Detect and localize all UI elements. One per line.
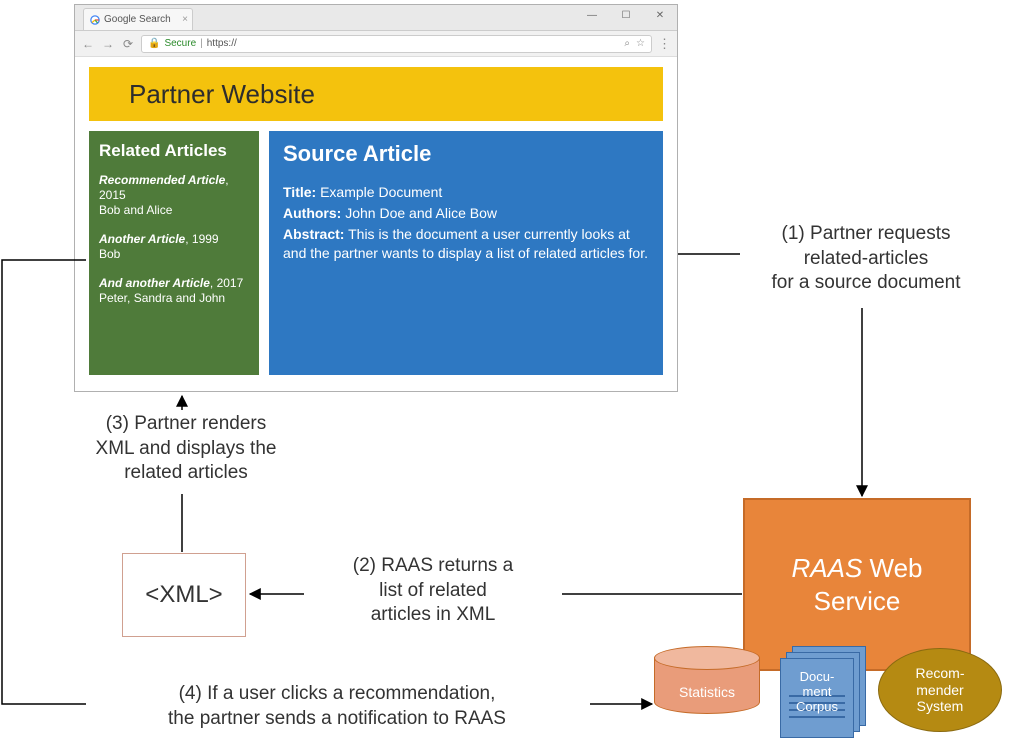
article-authors: Bob and Alice: [99, 203, 172, 217]
article-year: 1999: [192, 232, 219, 246]
browser-tab[interactable]: Google Search ×: [83, 8, 193, 30]
secure-label: Secure: [164, 38, 196, 49]
abstract-label: Abstract:: [283, 226, 344, 242]
xml-response-box: <XML>: [122, 553, 246, 637]
authors-value: John Doe and Alice Bow: [345, 205, 497, 221]
docs-l1: Docu-: [800, 669, 835, 684]
tab-close-icon[interactable]: ×: [182, 14, 188, 25]
page-content: Partner Website Related Articles Recomme…: [75, 57, 677, 385]
url-text: https://: [207, 38, 237, 49]
docs-l3: Corpus: [796, 699, 838, 714]
browser-tabbar: Google Search × — ☐ ✕: [75, 5, 677, 31]
step-1-label: (1) Partner requests related-articles fo…: [746, 222, 986, 296]
article-title: And another Article: [99, 276, 210, 290]
title-label: Title:: [283, 184, 316, 200]
related-article-item[interactable]: Another Article, 1999 Bob: [99, 232, 249, 262]
bookmark-star-icon[interactable]: ☆: [636, 38, 645, 49]
title-value: Example Document: [320, 184, 442, 200]
step-2-label: (2) RAAS returns a list of related artic…: [308, 554, 558, 628]
source-heading: Source Article: [283, 141, 649, 167]
rec-l1: Recom-: [915, 665, 964, 681]
raas-ital: RAAS: [791, 553, 862, 583]
lock-icon: 🔒: [148, 38, 160, 49]
browser-window: Google Search × — ☐ ✕ ← → ⟳ 🔒 Secure | h…: [74, 4, 678, 392]
document-corpus: Docu- ment Corpus: [774, 646, 870, 740]
related-article-item[interactable]: Recommended Article, 2015 Bob and Alice: [99, 173, 249, 218]
article-authors: Bob: [99, 247, 120, 261]
recommender-system: Recom- mender System: [878, 648, 1002, 732]
statistics-db: Statistics: [654, 646, 760, 726]
article-authors: Peter, Sandra and John: [99, 291, 225, 305]
article-year: 2017: [217, 276, 244, 290]
window-maximize[interactable]: ☐: [609, 5, 643, 25]
partner-banner: Partner Website: [89, 67, 663, 121]
browser-toolbar: ← → ⟳ 🔒 Secure | https:// ⌕ ☆ ⋮: [75, 31, 677, 57]
browser-menu-icon[interactable]: ⋮: [658, 36, 671, 52]
tab-title: Google Search: [104, 14, 171, 25]
source-article-panel: Source Article Title: Example Document A…: [269, 131, 663, 375]
rec-l3: System: [917, 698, 964, 714]
xml-label: <XML>: [145, 581, 222, 609]
url-bar[interactable]: 🔒 Secure | https:// ⌕ ☆: [141, 35, 652, 53]
docs-l2: ment: [803, 684, 832, 699]
step-4-label: (4) If a user clicks a recommendation, t…: [92, 682, 582, 731]
step-3-label: (3) Partner renders XML and displays the…: [72, 412, 300, 486]
related-heading: Related Articles: [99, 141, 249, 161]
window-buttons: — ☐ ✕: [575, 5, 677, 25]
article-title: Another Article: [99, 232, 185, 246]
window-minimize[interactable]: —: [575, 5, 609, 25]
nav-back-icon[interactable]: ←: [81, 37, 95, 51]
nav-forward-icon[interactable]: →: [101, 37, 115, 51]
rec-l2: mender: [916, 682, 963, 698]
related-article-item[interactable]: And another Article, 2017 Peter, Sandra …: [99, 276, 249, 306]
article-title: Recommended Article: [99, 173, 225, 187]
window-close[interactable]: ✕: [643, 5, 677, 25]
authors-label: Authors:: [283, 205, 341, 221]
search-icon[interactable]: ⌕: [624, 38, 630, 49]
article-year: 2015: [99, 188, 126, 202]
related-articles-panel: Related Articles Recommended Article, 20…: [89, 131, 259, 375]
google-favicon-icon: [90, 15, 100, 25]
statistics-label: Statistics: [654, 684, 760, 700]
nav-reload-icon[interactable]: ⟳: [121, 37, 135, 51]
